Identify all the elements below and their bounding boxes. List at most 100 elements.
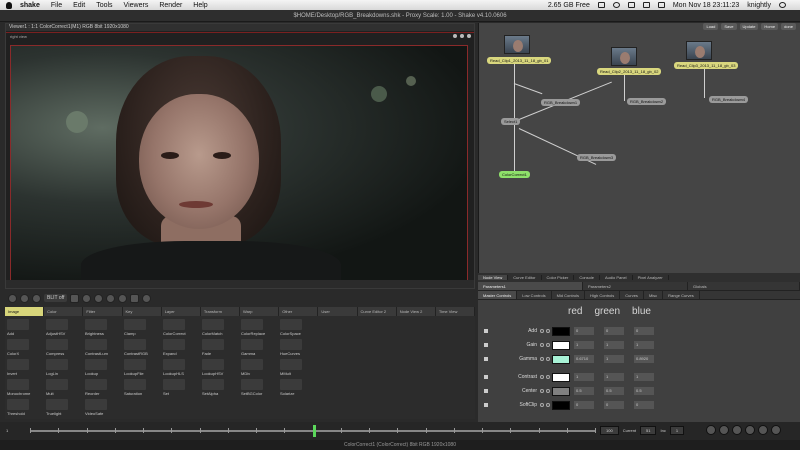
apple-icon[interactable] — [6, 1, 12, 9]
shelf-tab-node-view-2[interactable]: Node View 2 — [396, 307, 436, 316]
node-rgb3[interactable]: RGB_Breakdown3 — [577, 154, 617, 161]
tool-fade[interactable]: Fade — [202, 339, 238, 358]
time-machine-icon[interactable] — [612, 2, 620, 8]
update-icon[interactable] — [94, 293, 104, 303]
link-icon[interactable] — [546, 357, 550, 361]
blit-toggle[interactable]: BLIT off — [44, 294, 68, 302]
wifi-icon[interactable] — [627, 2, 635, 8]
current-frame-field[interactable]: 51 — [640, 426, 657, 435]
tab-range-curves[interactable]: Range Curves — [663, 291, 700, 299]
blue-field[interactable]: 0 — [634, 327, 654, 335]
red-field[interactable]: 1 — [574, 341, 594, 349]
compare-icon[interactable] — [70, 293, 80, 303]
tool-contrastrgb[interactable]: ContrastRGB — [124, 339, 160, 358]
keyframe-icon[interactable] — [540, 403, 544, 407]
tab-curve-editor[interactable]: Curve Editor — [508, 275, 542, 280]
tool-mdiv[interactable]: MDiv — [241, 359, 277, 378]
keyframe-icon[interactable] — [540, 357, 544, 361]
read1-thumbnail[interactable] — [504, 35, 530, 54]
blue-field[interactable]: 0 — [634, 401, 654, 409]
keyframe-icon[interactable] — [540, 375, 544, 379]
tool-lookuphls[interactable]: LookupHLS — [163, 359, 199, 378]
tab-node-view[interactable]: Node View — [478, 275, 509, 280]
expand-icon[interactable] — [484, 329, 488, 333]
tab-parameters2[interactable]: Parameters2 — [583, 282, 688, 290]
tool-setalpha[interactable]: SetAlpha — [202, 379, 238, 398]
tool-reorder[interactable]: Reorder — [85, 379, 121, 398]
tool-invert[interactable]: Invert — [7, 359, 43, 378]
node-rgb2[interactable]: RGB_Breakdown2 — [627, 98, 667, 105]
blue-field[interactable]: 1 — [634, 373, 654, 381]
menu-viewers[interactable]: Viewers — [124, 2, 149, 9]
blue-field[interactable]: 1 — [634, 341, 654, 349]
update-button[interactable]: Update — [739, 23, 759, 30]
expand-icon[interactable] — [484, 357, 488, 361]
link-icon[interactable] — [546, 403, 550, 407]
tool-colorreplace[interactable]: ColorReplace — [241, 319, 277, 338]
user-name[interactable]: knightly — [747, 2, 771, 9]
green-field[interactable]: 0 — [604, 327, 624, 335]
blue-field[interactable]: 0.8920 — [634, 355, 654, 363]
tool-videosafe[interactable]: VideoSafe — [85, 399, 121, 418]
expand-icon[interactable] — [484, 389, 488, 393]
node-read3[interactable]: Read_Clip3_2013_11_18_gb_03 — [674, 62, 739, 69]
tool-contrastlum[interactable]: ContrastLum — [85, 339, 121, 358]
shelf-tab-color[interactable]: Color — [44, 307, 84, 316]
tab-console[interactable]: Console — [574, 275, 600, 280]
blue-field[interactable]: 0.5 — [634, 387, 654, 395]
green-field[interactable]: 1 — [604, 355, 624, 363]
tab-master-controls[interactable]: Master Controls — [478, 291, 518, 299]
node-rgb1[interactable]: RGB_Breakdown1 — [541, 99, 581, 106]
channel-icon[interactable] — [20, 293, 29, 303]
node-select[interactable]: Select1 — [501, 118, 521, 125]
shelf-tab-key[interactable]: Key — [122, 307, 162, 316]
tool-add[interactable]: Add — [7, 319, 43, 338]
viewer-close-icon[interactable] — [467, 34, 471, 38]
tool-setbgcolor[interactable]: SetBGColor — [241, 379, 277, 398]
tool-colorspace[interactable]: ColorSpace — [280, 319, 316, 338]
link-icon[interactable] — [546, 375, 550, 379]
fast-forward-icon[interactable] — [771, 425, 781, 435]
shelf-tab-warp[interactable]: Warp — [240, 307, 280, 316]
tool-clamp[interactable]: Clamp — [124, 319, 160, 338]
green-field[interactable]: 0 — [604, 401, 624, 409]
timeline-end-field[interactable]: 100 — [600, 426, 619, 435]
tool-expand[interactable]: Expand — [163, 339, 199, 358]
volume-icon[interactable] — [642, 2, 650, 8]
roi-icon[interactable] — [82, 293, 92, 303]
node-read2[interactable]: Read_Clip2_2013_11_18_gb_02 — [597, 68, 662, 75]
node-rgb4[interactable]: RGB_Breakdown4 — [709, 96, 749, 103]
viewer-image[interactable] — [10, 45, 468, 281]
menu-tools[interactable]: Tools — [96, 2, 112, 9]
step-forward-icon[interactable] — [758, 425, 768, 435]
inc-field[interactable]: 1 — [669, 426, 685, 435]
red-field[interactable]: 0.5 — [574, 387, 594, 395]
save-button[interactable]: Save — [721, 23, 737, 30]
play-icon[interactable] — [732, 425, 742, 435]
lut-icon[interactable] — [106, 293, 116, 303]
tab-audio-panel[interactable]: Audio Panel — [600, 275, 633, 280]
node-view[interactable]: Load Save Update Home done Read_Clip1_20… — [478, 23, 800, 273]
shelf-tab-other[interactable]: Other — [279, 307, 319, 316]
tool-set[interactable]: Set — [163, 379, 199, 398]
overlay-icon[interactable] — [130, 293, 140, 303]
color-swatch[interactable] — [552, 400, 570, 410]
histogram-icon[interactable] — [142, 293, 152, 303]
tool-solarize[interactable]: Solarize — [280, 379, 316, 398]
tab-globals[interactable]: Globals — [688, 282, 800, 290]
tool-saturation[interactable]: Saturation — [124, 379, 160, 398]
viewer-lock-icon[interactable] — [453, 34, 457, 38]
tool-huecurves[interactable]: HueCurves — [280, 339, 316, 358]
expand-icon[interactable] — [484, 403, 488, 407]
tool-mult[interactable]: Mult — [46, 379, 82, 398]
tool-gamma[interactable]: Gamma — [241, 339, 277, 358]
tab-color-picker[interactable]: Color Picker — [542, 275, 575, 280]
rewind-icon[interactable] — [706, 425, 716, 435]
load-button[interactable]: Load — [703, 23, 719, 30]
tool-monochrome[interactable]: Monochrome — [7, 379, 43, 398]
shelf-tab-user[interactable]: User — [318, 307, 358, 316]
stop-icon[interactable] — [745, 425, 755, 435]
tool-colorx[interactable]: ColorX — [7, 339, 43, 358]
viewer-frame[interactable]: right view — [6, 32, 474, 288]
tab-misc[interactable]: Misc — [644, 291, 664, 299]
